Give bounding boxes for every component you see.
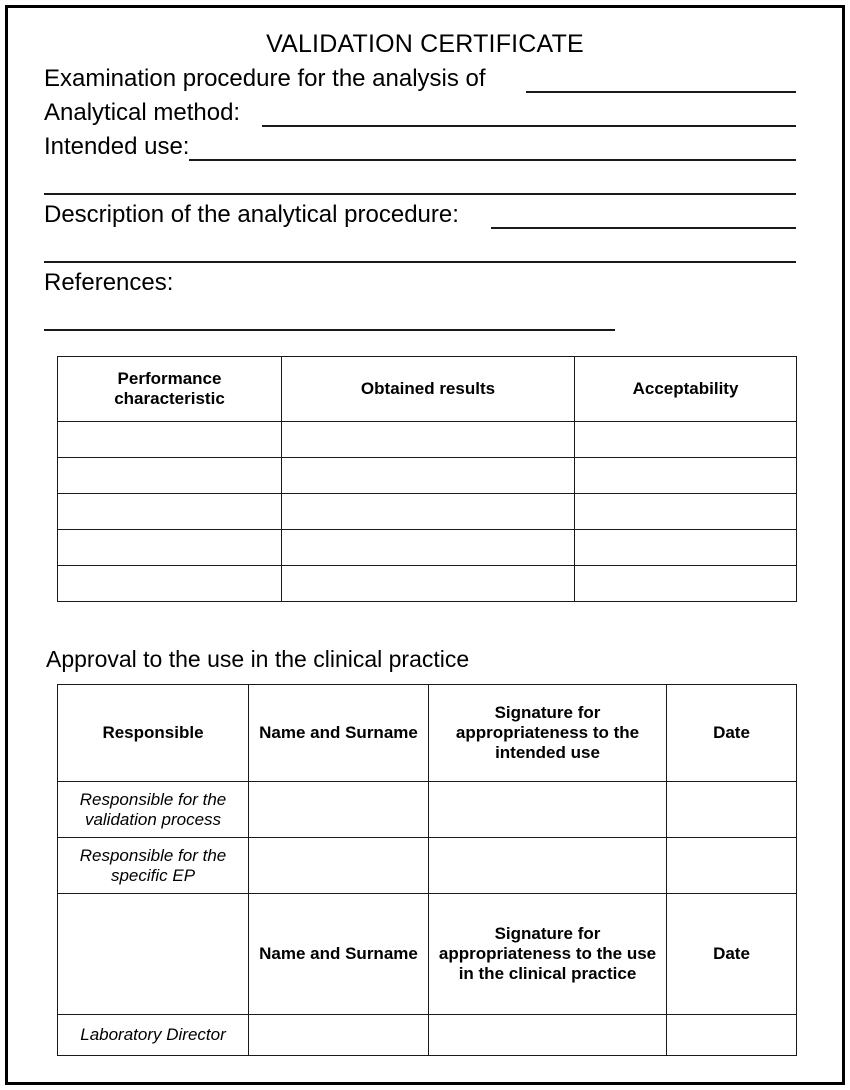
column-header-obtained-results: Obtained results xyxy=(281,356,575,422)
form-line-description-procedure: Description of the analytical procedure: xyxy=(44,200,796,234)
form-line-examination-procedure: Examination procedure for the analysis o… xyxy=(44,64,796,98)
cell-role-specific-ep: Responsible for the specific EP xyxy=(57,837,249,894)
form-line-intended-use: Intended use: xyxy=(44,132,796,166)
approval-section-heading: Approval to the use in the clinical prac… xyxy=(46,646,470,672)
column-header-responsible: Responsible xyxy=(57,684,249,782)
column-header-name-and-surname: Name and Surname xyxy=(248,684,429,782)
cell-blank-responsible[interactable] xyxy=(57,893,249,1015)
table-row xyxy=(57,565,797,602)
table-row xyxy=(57,529,797,566)
cell-name-surname[interactable] xyxy=(248,781,429,838)
column-header-performance-characteristic: Performance characteristic xyxy=(57,356,282,422)
cell-name-surname[interactable] xyxy=(248,837,429,894)
approval-second-header-row: Name and Surname Signature for appropria… xyxy=(57,893,797,1015)
table-row xyxy=(57,493,797,530)
document-page-frame: VALIDATION CERTIFICATE Examination proce… xyxy=(5,5,845,1085)
fill-rule-references-continuation[interactable] xyxy=(44,329,615,331)
cell-obtained-results[interactable] xyxy=(281,565,575,602)
table-row: Laboratory Director xyxy=(57,1014,797,1056)
cell-signature[interactable] xyxy=(428,1014,667,1056)
performance-characteristics-table: Performance characteristic Obtained resu… xyxy=(57,356,797,602)
form-line-description-continuation xyxy=(44,234,796,268)
cell-date[interactable] xyxy=(666,781,797,838)
column-header-date: Date xyxy=(666,684,797,782)
column-header-name-and-surname-2: Name and Surname xyxy=(248,893,429,1015)
cell-signature[interactable] xyxy=(428,837,667,894)
cell-acceptability[interactable] xyxy=(574,493,797,530)
label-intended-use: Intended use: xyxy=(44,133,190,160)
form-lines-block: Examination procedure for the analysis o… xyxy=(44,64,796,336)
fill-rule-intended-use-continuation[interactable] xyxy=(44,193,796,195)
table-row xyxy=(57,457,797,494)
cell-performance-characteristic[interactable] xyxy=(57,565,282,602)
cell-acceptability[interactable] xyxy=(574,565,797,602)
cell-acceptability[interactable] xyxy=(574,529,797,566)
fill-rule-examination-procedure[interactable] xyxy=(526,91,796,93)
cell-performance-characteristic[interactable] xyxy=(57,529,282,566)
table-row xyxy=(57,421,797,458)
cell-obtained-results[interactable] xyxy=(281,457,575,494)
fill-rule-intended-use[interactable] xyxy=(189,159,796,161)
fill-rule-analytical-method[interactable] xyxy=(262,125,796,127)
cell-date[interactable] xyxy=(666,837,797,894)
cell-obtained-results[interactable] xyxy=(281,493,575,530)
cell-name-surname[interactable] xyxy=(248,1014,429,1056)
fill-rule-description-procedure[interactable] xyxy=(491,227,796,229)
fill-rule-description-continuation[interactable] xyxy=(44,261,796,263)
label-examination-procedure: Examination procedure for the analysis o… xyxy=(44,65,486,92)
cell-acceptability[interactable] xyxy=(574,421,797,458)
label-analytical-method: Analytical method: xyxy=(44,99,241,126)
table-header-row: Performance characteristic Obtained resu… xyxy=(57,356,797,422)
cell-signature[interactable] xyxy=(428,781,667,838)
approval-header-row: Responsible Name and Surname Signature f… xyxy=(57,684,797,782)
form-line-references-continuation xyxy=(44,302,796,336)
column-header-date-2: Date xyxy=(666,893,797,1015)
column-header-signature-intended-use: Signature for appropriateness to the int… xyxy=(428,684,667,782)
form-line-intended-use-continuation xyxy=(44,166,796,200)
cell-performance-characteristic[interactable] xyxy=(57,457,282,494)
label-description-procedure: Description of the analytical procedure: xyxy=(44,201,459,228)
form-line-analytical-method: Analytical method: xyxy=(44,98,796,132)
column-header-signature-clinical-practice: Signature for appropriateness to the use… xyxy=(428,893,667,1015)
cell-role-laboratory-director: Laboratory Director xyxy=(57,1014,249,1056)
cell-obtained-results[interactable] xyxy=(281,529,575,566)
form-line-references: References: xyxy=(44,268,796,302)
approval-table: Responsible Name and Surname Signature f… xyxy=(57,684,797,1056)
cell-performance-characteristic[interactable] xyxy=(57,421,282,458)
cell-role-validation-process: Responsible for the validation process xyxy=(57,781,249,838)
page-title: VALIDATION CERTIFICATE xyxy=(266,30,584,58)
cell-performance-characteristic[interactable] xyxy=(57,493,282,530)
cell-date[interactable] xyxy=(666,1014,797,1056)
column-header-acceptability: Acceptability xyxy=(574,356,797,422)
label-references: References: xyxy=(44,269,174,296)
table-row: Responsible for the specific EP xyxy=(57,837,797,894)
cell-acceptability[interactable] xyxy=(574,457,797,494)
table-row: Responsible for the validation process xyxy=(57,781,797,838)
cell-obtained-results[interactable] xyxy=(281,421,575,458)
